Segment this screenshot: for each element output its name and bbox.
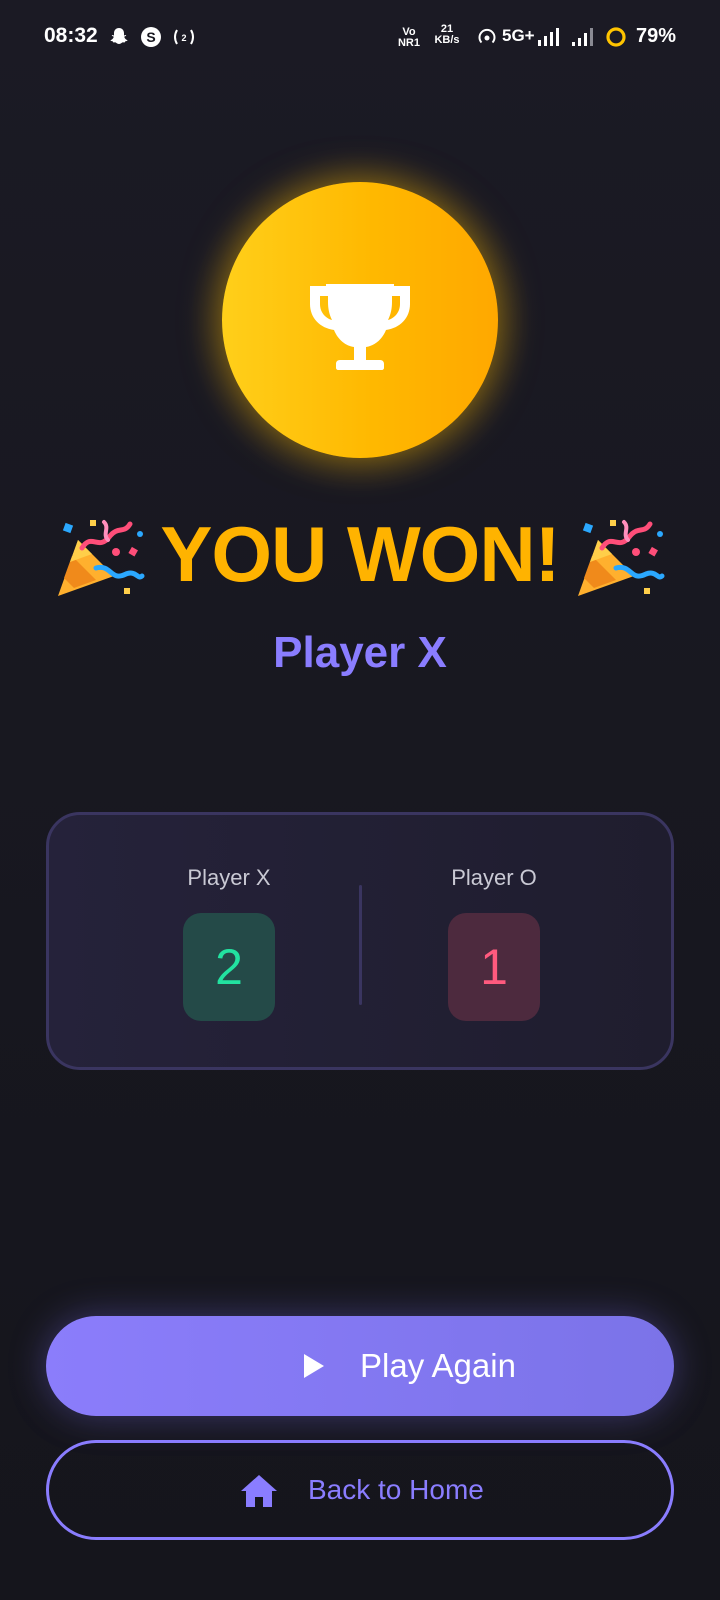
home-icon xyxy=(241,1475,277,1507)
party-popper-icon xyxy=(578,520,665,596)
svg-text:S: S xyxy=(146,29,155,45)
play-again-button[interactable]: Play Again xyxy=(46,1316,674,1416)
network-type: 5G+ xyxy=(502,26,535,45)
score-divider xyxy=(359,885,362,1005)
play-again-label: Play Again xyxy=(360,1347,516,1384)
player-o-score: 1 xyxy=(448,913,540,1021)
wifi-calling-icon xyxy=(478,28,496,44)
player-x-label: Player X xyxy=(187,865,271,890)
volte-bottom: NR1 xyxy=(397,37,420,49)
status-bar: 08:32 S 2 Vo NR1 21 KB/s 5G+ 79% xyxy=(0,0,720,76)
game-over-screen: 08:32 S 2 Vo NR1 21 KB/s 5G+ 79% YOU WON… xyxy=(0,0,720,1600)
play-icon xyxy=(304,1354,324,1378)
back-to-home-label: Back to Home xyxy=(308,1474,484,1505)
score-player-o: Player O 1 xyxy=(394,815,594,1067)
hotspot-icon: 2 xyxy=(174,29,194,45)
back-to-home-button[interactable]: Back to Home xyxy=(46,1440,674,1540)
app-s-icon: S xyxy=(141,27,161,47)
score-player-x: Player X 2 xyxy=(129,815,329,1067)
result-title-row: YOU WON! xyxy=(0,508,720,600)
battery-ring-icon xyxy=(606,27,626,47)
snapchat-icon xyxy=(110,28,128,44)
status-time: 08:32 xyxy=(44,24,98,47)
winner-name: Player X xyxy=(273,628,447,677)
signal-2-icon xyxy=(572,28,593,46)
trophy-icon xyxy=(310,284,410,370)
speed-unit: KB/s xyxy=(434,34,460,46)
scoreboard-card: Player X 2 Player O 1 xyxy=(46,812,674,1070)
svg-text:2: 2 xyxy=(181,33,186,43)
battery-percentage: 79% xyxy=(635,25,676,47)
player-x-score: 2 xyxy=(183,913,275,1021)
signal-1-icon xyxy=(538,28,559,46)
player-o-label: Player O xyxy=(451,865,537,890)
